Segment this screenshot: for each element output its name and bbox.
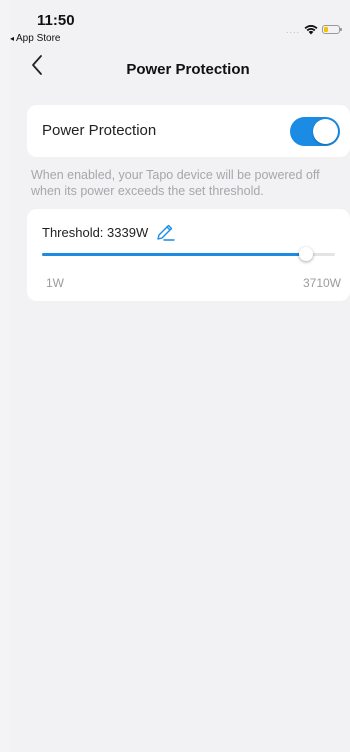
back-triangle-icon: ◂ (10, 34, 15, 43)
pencil-icon[interactable] (155, 222, 175, 242)
power-protection-label: Power Protection (42, 122, 157, 139)
signal-icon: .... (285, 25, 300, 35)
slider-min-label: 1W (46, 276, 64, 290)
power-protection-card: Power Protection (27, 105, 350, 157)
status-indicators: .... (285, 23, 342, 35)
back-app-label: App Store (16, 33, 61, 44)
toggle-knob (313, 119, 338, 144)
wifi-icon (304, 24, 318, 34)
phone-screen: 11:50 ◂ App Store .... Power Protection P… (10, 0, 350, 752)
page-title: Power Protection (126, 61, 250, 78)
slider-thumb[interactable] (298, 247, 313, 261)
power-protection-description: When enabled, your Tapo device will be p… (31, 168, 320, 198)
threshold-card: Threshold: 3339W 1W 3710W (27, 209, 350, 301)
battery-icon (322, 24, 342, 34)
slider-fill (42, 253, 306, 256)
threshold-slider[interactable] (42, 247, 335, 261)
nav-bar: Power Protection (10, 52, 350, 88)
status-bar: 11:50 ◂ App Store .... (10, 0, 350, 46)
power-protection-toggle[interactable] (290, 117, 340, 146)
back-to-app-store-link[interactable]: ◂ App Store (10, 33, 61, 44)
slider-max-label: 3710W (302, 276, 341, 290)
threshold-row: Threshold: 3339W (42, 222, 175, 242)
threshold-label: Threshold: 3339W (42, 224, 149, 240)
status-time: 11:50 (37, 12, 75, 29)
battery-level (324, 26, 328, 32)
